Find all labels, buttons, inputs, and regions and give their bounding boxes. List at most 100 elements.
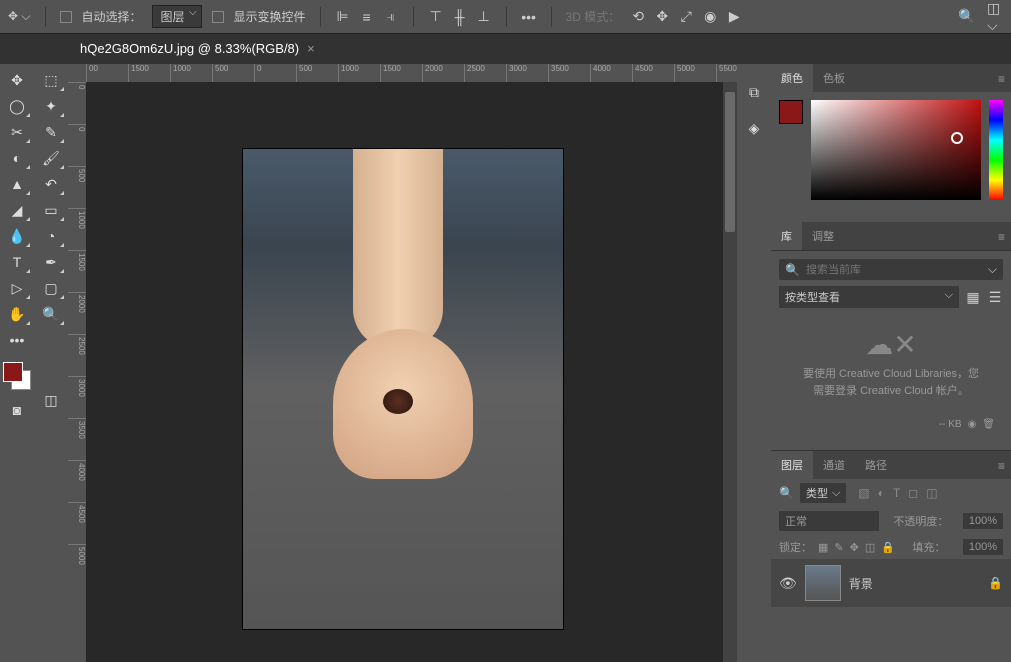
lock-position-icon[interactable]: ✥ — [850, 541, 859, 554]
history-brush-tool[interactable]: ↶ — [37, 172, 65, 196]
align-left-icon[interactable]: ⊫ — [335, 9, 351, 25]
document-canvas[interactable] — [243, 149, 563, 629]
filter-search-icon[interactable]: 🔍 — [779, 486, 794, 500]
scrollbar-thumb[interactable] — [725, 92, 735, 232]
blur-tool[interactable]: 💧 — [3, 224, 31, 248]
document-tab-title: hQe2G8Om6zU.jpg @ 8.33%(RGB/8) — [80, 41, 299, 56]
close-tab-icon[interactable]: × — [307, 41, 315, 56]
workspace-icon[interactable]: ◫ ⌵ — [987, 9, 1003, 25]
quick-mask-icon[interactable]: ◙ — [3, 398, 31, 422]
layer-thumbnail[interactable] — [805, 565, 841, 601]
align-top-icon[interactable]: ⊤ — [428, 9, 444, 25]
vertical-ruler[interactable]: 0050010001500200025003000350040004500500… — [68, 82, 86, 662]
align-center-v-icon[interactable]: ╫ — [452, 9, 468, 25]
align-bottom-icon[interactable]: ⊥ — [476, 9, 492, 25]
vertical-scrollbar[interactable] — [723, 82, 737, 662]
panel-menu-icon[interactable]: ≡ — [992, 66, 1011, 92]
swatches-tab[interactable]: 色板 — [813, 64, 855, 92]
gradient-tool[interactable]: ▭ — [37, 198, 65, 222]
filter-shape-icon[interactable]: ◻ — [908, 486, 918, 500]
search-icon[interactable]: 🔍 — [959, 9, 975, 25]
lock-label: 锁定： — [779, 539, 812, 555]
eyedropper-tool[interactable]: ✎ — [37, 120, 65, 144]
magic-wand-tool[interactable]: ✦ — [37, 94, 65, 118]
crop-tool[interactable]: ✂ — [3, 120, 31, 144]
paths-tab[interactable]: 路径 — [855, 451, 897, 479]
3d-pan-icon: ✥ — [654, 9, 670, 25]
color-field[interactable] — [811, 100, 981, 200]
3d-orbit-icon: ⟲ — [630, 9, 646, 25]
color-tab[interactable]: 颜色 — [771, 64, 813, 92]
properties-panel-icon[interactable]: ◈ — [740, 116, 768, 140]
color-swatches[interactable] — [3, 362, 31, 390]
horizontal-ruler[interactable]: 0015001000500050010001500200025003000350… — [86, 64, 737, 82]
history-panel-icon[interactable]: ⧉ — [740, 80, 768, 104]
blend-mode-dropdown[interactable]: 正常 — [779, 511, 879, 531]
fill-value[interactable]: 100% — [963, 539, 1003, 555]
auto-select-checkbox[interactable] — [60, 11, 72, 23]
type-tool[interactable]: T — [3, 250, 31, 274]
marquee-tool[interactable]: ⬚ — [37, 68, 65, 92]
auto-select-mode-dropdown[interactable]: 图层 — [152, 5, 202, 28]
layers-tab[interactable]: 图层 — [771, 451, 813, 479]
shape-tool[interactable]: ▢ — [37, 276, 65, 300]
ruler-corner — [68, 64, 86, 82]
active-color-swatch[interactable] — [779, 100, 803, 124]
opacity-value[interactable]: 100% — [963, 513, 1003, 529]
filter-type-icon[interactable]: T — [893, 486, 900, 500]
path-select-tool[interactable]: ▷ — [3, 276, 31, 300]
more-align-icon[interactable]: ••• — [521, 9, 537, 25]
canvas-area: 0015001000500050010001500200025003000350… — [68, 64, 737, 662]
show-transform-checkbox[interactable] — [212, 11, 224, 23]
hue-slider[interactable] — [989, 100, 1003, 200]
lasso-tool[interactable]: ◯ — [3, 94, 31, 118]
color-panel — [771, 92, 1011, 222]
library-tab[interactable]: 库 — [771, 222, 802, 250]
foreground-color[interactable] — [3, 362, 23, 382]
panel-menu-icon[interactable]: ≡ — [992, 224, 1011, 250]
view-type-dropdown[interactable]: 按类型查看⌵ — [779, 286, 959, 308]
move-tool-indicator[interactable]: ✥ ⌵ — [8, 9, 31, 24]
more-tools[interactable]: ••• — [3, 328, 31, 352]
color-picker-cursor[interactable] — [951, 132, 963, 144]
zoom-tool[interactable]: 🔍 — [37, 302, 65, 326]
lock-artboard-icon[interactable]: ◫ — [865, 541, 875, 554]
toolbox-right-col: ⬚ ✦ ✎ 🖌 ↶ ▭ ◔ ✒ ▢ 🔍 ◫ — [34, 64, 68, 662]
screen-mode-icon[interactable]: ◫ — [37, 388, 65, 412]
lock-paint-icon[interactable]: ✎ — [834, 541, 843, 554]
library-panel: 🔍 ⌵ 按类型查看⌵ ▦ ☰ ☁✕ 要使用 Creative Cloud Lib… — [771, 250, 1011, 450]
trash-icon[interactable]: 🗑 — [982, 419, 995, 430]
lock-icon[interactable]: 🔒 — [988, 576, 1003, 590]
filter-smart-icon[interactable]: ◫ — [926, 486, 937, 500]
brush-tool[interactable]: 🖌 — [37, 146, 65, 170]
layer-row-background[interactable]: 👁 背景 🔒 — [771, 559, 1011, 607]
filter-adjust-icon[interactable]: ◐ — [878, 486, 885, 500]
sync-icon[interactable]: ◉ — [968, 419, 977, 430]
cloud-message-2: 需要登录 Creative Cloud 帐户。 — [799, 383, 983, 400]
storage-size: -- KB — [939, 419, 962, 430]
filter-pixel-icon[interactable]: ▧ — [858, 486, 869, 500]
list-view-icon[interactable]: ☰ — [987, 289, 1003, 305]
stamp-tool[interactable]: ▲ — [3, 172, 31, 196]
search-scope-dropdown[interactable]: ⌵ — [988, 262, 997, 277]
channels-tab[interactable]: 通道 — [813, 451, 855, 479]
eraser-tool[interactable]: ◢ — [3, 198, 31, 222]
lock-pixels-icon[interactable]: ▦ — [818, 541, 828, 554]
library-search[interactable]: 🔍 ⌵ — [779, 259, 1003, 280]
grid-view-icon[interactable]: ▦ — [965, 289, 981, 305]
filter-kind-dropdown[interactable]: 类型⌵ — [800, 483, 846, 503]
panel-menu-icon[interactable]: ≡ — [992, 453, 1011, 479]
spot-heal-tool[interactable]: ◐ — [3, 146, 31, 170]
layer-name[interactable]: 背景 — [849, 575, 873, 592]
adjustments-tab[interactable]: 调整 — [802, 222, 844, 250]
visibility-toggle-icon[interactable]: 👁 — [779, 575, 797, 592]
align-center-h-icon[interactable]: ≡ — [359, 9, 375, 25]
pen-tool[interactable]: ✒ — [37, 250, 65, 274]
align-right-icon[interactable]: ⫣ — [383, 9, 399, 25]
document-tab[interactable]: hQe2G8Om6zU.jpg @ 8.33%(RGB/8) × — [70, 37, 325, 61]
library-search-input[interactable] — [806, 264, 982, 276]
hand-tool[interactable]: ✋ — [3, 302, 31, 326]
auto-select-label: 自动选择： — [82, 8, 142, 25]
move-tool[interactable]: ✥ — [3, 68, 31, 92]
dodge-tool[interactable]: ◔ — [37, 224, 65, 248]
